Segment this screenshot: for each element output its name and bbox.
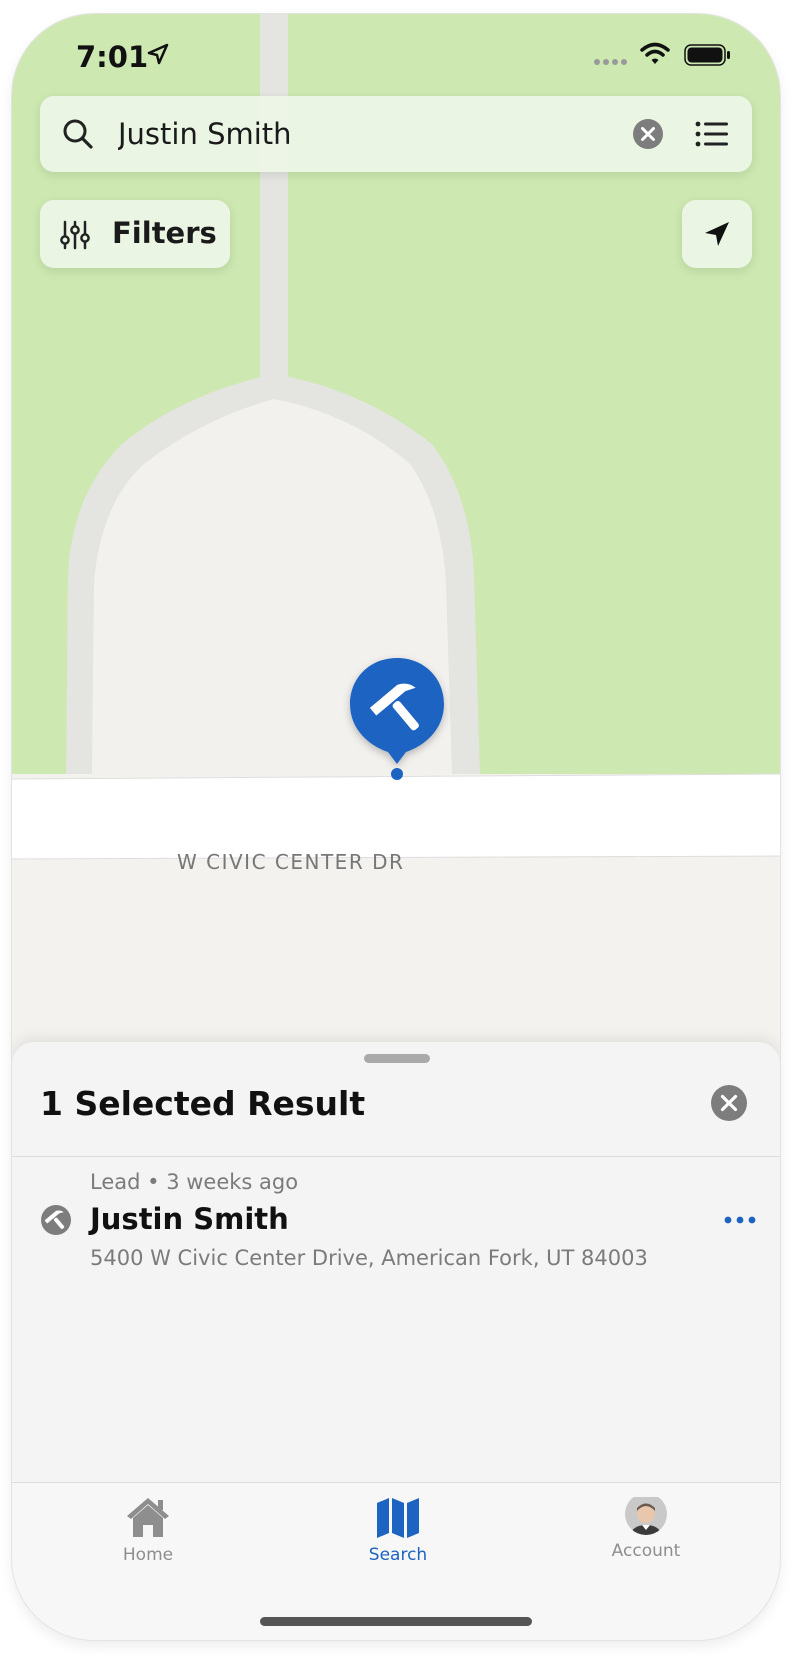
location-services-icon [147,43,169,65]
house-icon [127,1498,169,1537]
hammer-icon [350,658,444,780]
phone-screen: W CIVIC CENTER DR 7:01 Justin Smith Filt… [12,14,780,1640]
result-meta: Lead • 3 weeks ago [90,1170,298,1194]
tab-account[interactable]: Account [576,1491,716,1571]
more-options-button[interactable] [720,1208,760,1232]
close-icon [711,1085,747,1121]
sliders-icon [60,220,90,250]
sheet-divider [12,1156,780,1157]
home-indicator[interactable] [260,1617,532,1626]
close-sheet-button[interactable] [710,1084,748,1122]
street-label: W CIVIC CENTER DR [177,850,405,874]
filters-button[interactable]: Filters [40,200,230,268]
avatar-photo [625,1497,667,1535]
sheet-title: 1 Selected Result [40,1084,366,1123]
filters-label: Filters [112,216,217,250]
clear-search-button[interactable] [632,118,664,150]
tab-bar: Home Search Account [12,1482,780,1640]
hammer-circle-icon [41,1205,71,1235]
result-address: 5400 W Civic Center Drive, American Fork… [90,1246,648,1270]
search-bar [40,96,752,172]
search-icon [63,119,93,149]
status-bar: 7:01 [12,14,780,94]
result-name: Justin Smith [90,1202,289,1236]
tab-home[interactable]: Home [78,1491,218,1571]
result-type: Lead [90,1170,141,1194]
cellular-signal-icon [594,59,627,65]
map-pin[interactable] [342,654,452,784]
result-list-item[interactable]: Lead • 3 weeks ago Justin Smith 5400 W C… [12,1158,780,1282]
wifi-icon [640,42,670,64]
sheet-grabber[interactable] [364,1054,430,1063]
search-input[interactable] [118,110,578,158]
list-bullets-icon [695,121,728,147]
ellipsis-icon [724,1216,756,1224]
tab-account-label: Account [611,1541,681,1561]
avatar [625,1493,667,1535]
tab-home-label: Home [122,1545,174,1565]
status-time: 7:01 [76,40,149,74]
location-arrow-icon [705,222,729,246]
clear-circle-icon [633,119,663,149]
result-age: 3 weeks ago [166,1170,299,1194]
result-separator: • [147,1170,160,1194]
battery-icon [684,44,730,66]
street [12,774,780,859]
current-location-button[interactable] [682,200,752,268]
map-icon [377,1498,419,1538]
list-view-button[interactable] [694,118,730,150]
tab-search[interactable]: Search [328,1491,468,1571]
tab-search-label: Search [368,1545,428,1565]
